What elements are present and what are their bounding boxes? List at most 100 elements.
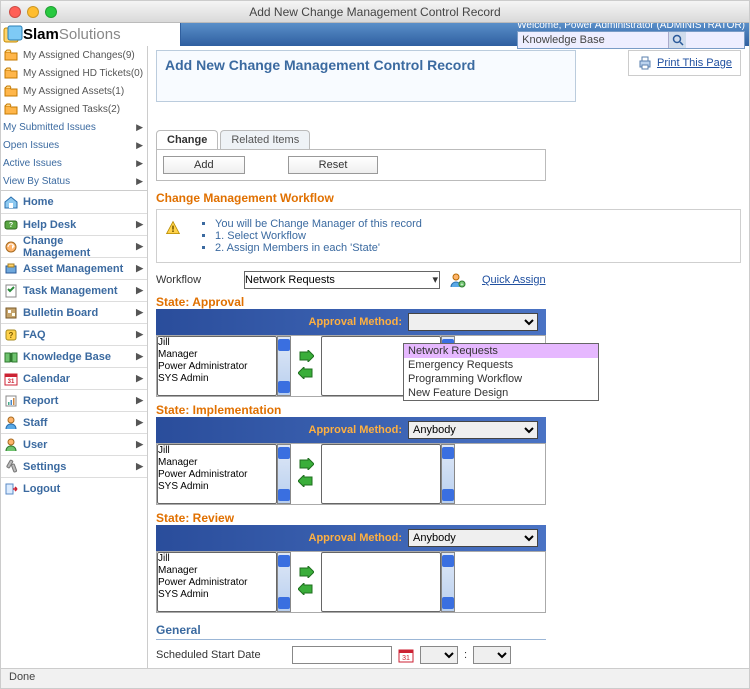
reset-button[interactable]: Reset bbox=[288, 156, 379, 174]
sidebar-textlink-1[interactable]: Open Issues▶ bbox=[1, 136, 147, 154]
move-left-icon bbox=[298, 367, 314, 379]
settings-icon bbox=[3, 459, 19, 475]
mac-titlebar: Add New Change Management Control Record bbox=[1, 1, 749, 23]
sidebar-item-faq[interactable]: ? FAQ ▶ bbox=[1, 323, 147, 345]
chevron-right-icon: ▶ bbox=[136, 158, 143, 169]
available-members-list[interactable]: JillManagerPower AdministratorSYS Admin bbox=[157, 336, 277, 396]
sidebar-assigned-3[interactable]: My Assigned Tasks(2) bbox=[1, 100, 147, 118]
sidebar-item-task management[interactable]: Task Management ▶ bbox=[1, 279, 147, 301]
tab-toolbar: Add Reset bbox=[156, 149, 546, 181]
tab-change[interactable]: Change bbox=[156, 130, 218, 149]
scroll-up-icon[interactable] bbox=[278, 447, 290, 459]
calendar-icon[interactable]: 31 bbox=[398, 647, 414, 663]
workflow-dropdown-list[interactable]: Network RequestsEmergency RequestsProgra… bbox=[403, 343, 599, 401]
chevron-down-icon: ▾ bbox=[432, 273, 438, 286]
sidebar-item-logout[interactable]: Logout bbox=[1, 477, 147, 499]
move-left-button[interactable] bbox=[298, 583, 314, 598]
assigned-members-list[interactable] bbox=[321, 552, 441, 612]
logo-text: SlamSolutions bbox=[23, 26, 121, 43]
sidebar-item-change management[interactable]: Change Management ▶ bbox=[1, 235, 147, 257]
sidebar-item-knowledge base[interactable]: Knowledge Base ▶ bbox=[1, 345, 147, 367]
sidebar-item-help desk[interactable]: ? Help Desk ▶ bbox=[1, 213, 147, 235]
sidebar-item-bulletin board[interactable]: Bulletin Board ▶ bbox=[1, 301, 147, 323]
page-title: Add New Change Management Control Record bbox=[156, 50, 576, 102]
workflow-option[interactable]: Emergency Requests bbox=[404, 358, 598, 372]
scrollbar[interactable] bbox=[277, 444, 291, 504]
approval-strip: Approval Method: bbox=[156, 309, 546, 335]
sidebar-item-staff[interactable]: Staff ▶ bbox=[1, 411, 147, 433]
workflow-option[interactable]: Programming Workflow bbox=[404, 372, 598, 386]
workflow-select[interactable] bbox=[244, 271, 440, 289]
sidebar-assigned-2[interactable]: My Assigned Assets(1) bbox=[1, 82, 147, 100]
print-page-link[interactable]: Print This Page bbox=[628, 50, 741, 76]
sidebar-item-asset management[interactable]: Asset Management ▶ bbox=[1, 257, 147, 279]
move-left-button[interactable] bbox=[298, 475, 314, 490]
scroll-up-icon[interactable] bbox=[278, 555, 290, 567]
scrollbar[interactable] bbox=[441, 552, 455, 612]
approval-method-select[interactable]: Anybody bbox=[408, 529, 538, 547]
folder-icon bbox=[3, 101, 19, 117]
add-button[interactable]: Add bbox=[163, 156, 245, 174]
sidebar-textlink-3[interactable]: View By Status▶ bbox=[1, 172, 147, 190]
move-left-button[interactable] bbox=[298, 367, 314, 382]
status-text: Done bbox=[9, 671, 35, 683]
scroll-down-icon[interactable] bbox=[278, 489, 290, 501]
svg-text:?: ? bbox=[9, 222, 13, 229]
workflow-section-title: Change Management Workflow bbox=[156, 191, 741, 205]
dual-listbox: JillManagerPower AdministratorSYS Admin bbox=[156, 443, 546, 505]
scroll-up-icon[interactable] bbox=[442, 555, 454, 567]
scroll-down-icon[interactable] bbox=[442, 489, 454, 501]
status-bar: Done bbox=[1, 668, 749, 688]
quick-assign-link[interactable]: Quick Assign bbox=[482, 274, 546, 286]
scrollbar[interactable] bbox=[277, 336, 291, 396]
chevron-right-icon: ▶ bbox=[136, 263, 143, 274]
scheduled-start-minute[interactable] bbox=[473, 646, 511, 664]
approval-method-label: Approval Method: bbox=[309, 424, 403, 436]
scrollbar[interactable] bbox=[277, 552, 291, 612]
window-title: Add New Change Management Control Record bbox=[1, 5, 749, 19]
info-line: 2. Assign Members in each 'State' bbox=[215, 242, 732, 254]
workflow-label: Workflow bbox=[156, 274, 234, 286]
sidebar-item-settings[interactable]: Settings ▶ bbox=[1, 455, 147, 477]
workflow-option[interactable]: Network Requests bbox=[404, 344, 598, 358]
scroll-up-icon[interactable] bbox=[278, 339, 290, 351]
scrollbar[interactable] bbox=[441, 444, 455, 504]
svg-text:31: 31 bbox=[8, 379, 15, 385]
available-members-list[interactable]: JillManagerPower AdministratorSYS Admin bbox=[157, 552, 277, 612]
available-members-list[interactable]: JillManagerPower AdministratorSYS Admin bbox=[157, 444, 277, 504]
sidebar-textlink-0[interactable]: My Submitted Issues▶ bbox=[1, 118, 147, 136]
state-title: State: Approval bbox=[156, 295, 741, 309]
sidebar-item-user[interactable]: User ▶ bbox=[1, 433, 147, 455]
sidebar-item-home[interactable]: Home bbox=[1, 191, 147, 213]
sidebar-textlink-2[interactable]: Active Issues▶ bbox=[1, 154, 147, 172]
time-separator: : bbox=[464, 649, 467, 661]
chevron-right-icon: ▶ bbox=[136, 122, 143, 133]
scroll-up-icon[interactable] bbox=[442, 447, 454, 459]
move-left-icon bbox=[298, 583, 314, 595]
chevron-right-icon: ▶ bbox=[136, 140, 143, 151]
assigned-members-list[interactable] bbox=[321, 444, 441, 504]
tab-related-items[interactable]: Related Items bbox=[220, 130, 310, 149]
workflow-option[interactable]: New Feature Design bbox=[404, 386, 598, 400]
scroll-down-icon[interactable] bbox=[278, 381, 290, 393]
chevron-right-icon: ▶ bbox=[136, 219, 143, 230]
chevron-right-icon: ▶ bbox=[136, 176, 143, 187]
approval-method-select[interactable]: Anybody bbox=[408, 421, 538, 439]
faq-icon: ? bbox=[3, 327, 19, 343]
sidebar-assigned-1[interactable]: My Assigned HD Tickets(0) bbox=[1, 64, 147, 82]
app-topbar: SlamSolutions Welcome, Power Administrat… bbox=[1, 23, 749, 46]
folder-icon bbox=[3, 83, 19, 99]
sidebar-assigned-0[interactable]: My Assigned Changes(9) bbox=[1, 46, 147, 64]
logo-icon bbox=[5, 27, 21, 43]
sidebar-item-report[interactable]: Report ▶ bbox=[1, 389, 147, 411]
move-right-button[interactable] bbox=[298, 566, 314, 581]
sidebar-item-calendar[interactable]: 31 Calendar ▶ bbox=[1, 367, 147, 389]
move-right-button[interactable] bbox=[298, 350, 314, 365]
scheduled-start-hour[interactable] bbox=[420, 646, 458, 664]
scroll-down-icon[interactable] bbox=[278, 597, 290, 609]
move-right-button[interactable] bbox=[298, 458, 314, 473]
scroll-down-icon[interactable] bbox=[442, 597, 454, 609]
chevron-right-icon: ▶ bbox=[136, 395, 143, 406]
approval-method-select[interactable] bbox=[408, 313, 538, 331]
scheduled-start-date-input[interactable] bbox=[292, 646, 392, 664]
